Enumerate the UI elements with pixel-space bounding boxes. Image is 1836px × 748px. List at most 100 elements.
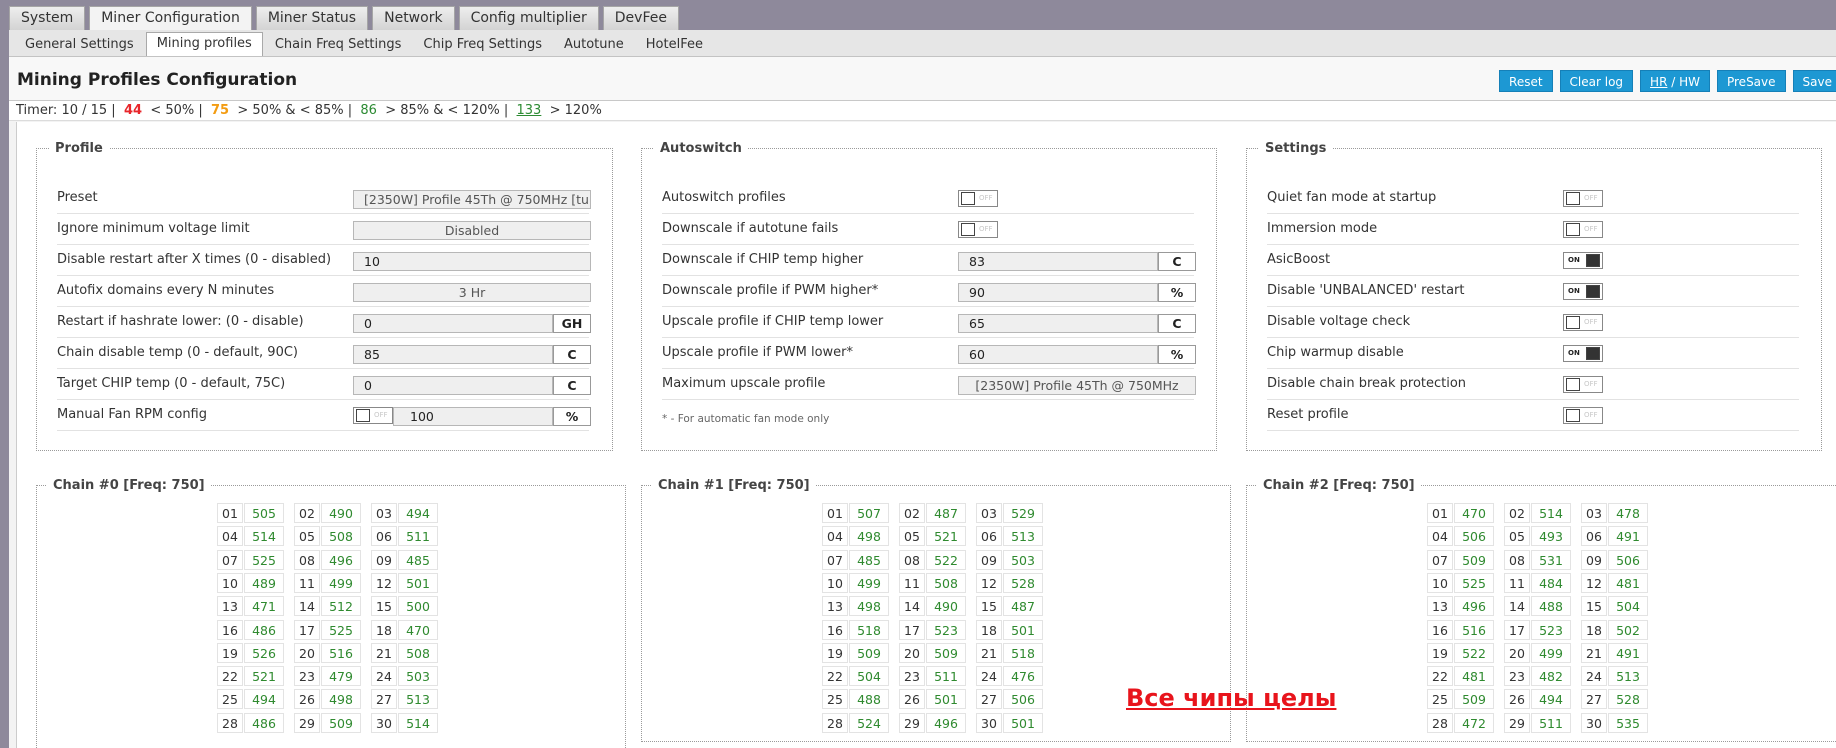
chip-value: 494 (244, 689, 284, 710)
subtab-mining-profiles[interactable]: Mining profiles (145, 32, 263, 56)
tab-network[interactable]: Network (372, 6, 455, 30)
chip-cell: 25 509 (1427, 689, 1497, 710)
asicboost-toggle[interactable]: ON (1563, 252, 1603, 269)
subtab-hotelfee[interactable]: HotelFee (636, 34, 713, 56)
subtab-autotune[interactable]: Autotune (554, 34, 634, 56)
chip-value: 496 (1454, 596, 1494, 617)
chip-warmup-toggle[interactable]: ON (1563, 345, 1603, 362)
chip-cell: 11 508 (899, 572, 969, 594)
chip-number: 28 (1427, 712, 1453, 733)
preset-select[interactable]: [2350W] Profile 45Th @ 750MHz [tuned] (353, 190, 591, 209)
reset-profile-toggle[interactable]: OFF (1563, 407, 1603, 424)
restart-hashrate-label: Restart if hashrate lower: (0 - disable) (57, 314, 304, 329)
presave-button[interactable]: PreSave (1716, 70, 1786, 92)
hr-hw-button[interactable]: HR / HW (1640, 70, 1710, 92)
chip-value: 496 (321, 549, 361, 570)
subtab-chain-freq-settings[interactable]: Chain Freq Settings (265, 34, 412, 56)
chip-value: 490 (926, 596, 966, 617)
chip-number: 15 (371, 596, 397, 617)
chip-number: 17 (899, 619, 925, 640)
downscale-chip-temp-input[interactable]: 83 (958, 252, 1158, 271)
chip-cell: 18 470 (371, 619, 441, 641)
chip-number: 14 (899, 596, 925, 617)
subtab-chip-freq-settings[interactable]: Chip Freq Settings (413, 34, 552, 56)
voltage-check-toggle[interactable]: OFF (1563, 314, 1603, 331)
all-chips-intact-link[interactable]: Все чипы целы (1126, 684, 1336, 712)
clear-log-button[interactable]: Clear log (1559, 70, 1634, 92)
manual-fan-toggle[interactable]: OFF (353, 407, 393, 424)
chip-number: 13 (217, 596, 243, 617)
chip-cell: 22 521 (217, 666, 287, 687)
manual-fan-input[interactable]: 100 (393, 407, 553, 426)
disable-restart-row: Disable restart after X times (0 - disab… (57, 246, 591, 276)
chip-number: 12 (371, 572, 397, 593)
app-window: System Miner Configuration Miner Status … (0, 0, 1836, 748)
timer-dark-count[interactable]: 133 (517, 103, 542, 118)
target-chip-temp-input[interactable]: 0 (353, 376, 553, 395)
tab-devfee[interactable]: DevFee (602, 6, 679, 30)
tab-config-multiplier[interactable]: Config multiplier (458, 6, 599, 30)
chip-warmup-label: Chip warmup disable (1267, 345, 1404, 360)
chain-break-toggle[interactable]: OFF (1563, 376, 1603, 393)
chip-value: 471 (244, 596, 284, 617)
chip-number: 16 (217, 619, 243, 640)
chip-cell: 01 470 (1427, 503, 1497, 524)
chip-number: 19 (217, 642, 243, 663)
chip-number: 07 (822, 549, 848, 570)
autofix-select[interactable]: 3 Hr (353, 283, 591, 302)
tab-miner-status[interactable]: Miner Status (255, 6, 369, 30)
downscale-pwm-input[interactable]: 90 (958, 283, 1158, 302)
tab-miner-configuration[interactable]: Miner Configuration (89, 6, 252, 31)
quiet-fan-label: Quiet fan mode at startup (1267, 190, 1437, 205)
tab-system[interactable]: System (9, 6, 86, 30)
chip-cell: 03 478 (1581, 503, 1651, 524)
autoswitch-profiles-toggle[interactable]: OFF (958, 190, 998, 207)
chip-cell: 13 471 (217, 596, 287, 617)
chip-value: 486 (244, 619, 284, 640)
restart-hashrate-input[interactable]: 0 (353, 314, 553, 333)
max-upscale-select[interactable]: [2350W] Profile 45Th @ 750MHz (958, 376, 1196, 395)
ignore-voltage-select[interactable]: Disabled (353, 221, 591, 240)
chip-value: 487 (1003, 596, 1043, 617)
chip-value: 535 (1608, 712, 1648, 733)
toggle-state-text: OFF (1584, 380, 1598, 388)
subtab-general-settings[interactable]: General Settings (15, 34, 144, 56)
disable-restart-input[interactable]: 10 (353, 252, 591, 271)
chain-disable-temp-input[interactable]: 85 (353, 345, 553, 364)
chip-number: 27 (976, 689, 1002, 710)
toggle-state-text: OFF (979, 225, 993, 233)
chip-value: 478 (1608, 503, 1648, 523)
chip-value: 525 (1454, 572, 1494, 593)
chip-cell: 14 488 (1504, 596, 1574, 617)
quiet-fan-toggle[interactable]: OFF (1563, 190, 1603, 207)
chain-break-row: Disable chain break protection OFF (1267, 370, 1799, 400)
save-button[interactable]: Save (1792, 70, 1836, 92)
timer-green-count: 86 (360, 103, 377, 118)
unbalanced-restart-label: Disable 'UNBALANCED' restart (1267, 283, 1465, 298)
chip-cell: 30 535 (1581, 712, 1651, 734)
preset-row: Preset [2350W] Profile 45Th @ 750MHz [tu… (57, 184, 591, 214)
chip-value: 484 (1531, 572, 1571, 593)
chip-number: 11 (294, 572, 320, 593)
upscale-pwm-row: Upscale profile if PWM lower* 60 % (662, 339, 1196, 369)
chip-cell: 23 511 (899, 666, 969, 687)
upscale-pwm-input[interactable]: 60 (958, 345, 1158, 364)
immersion-label: Immersion mode (1267, 221, 1378, 236)
chip-value: 524 (849, 712, 889, 733)
reset-button[interactable]: Reset (1499, 70, 1553, 92)
chip-value: 506 (1003, 689, 1043, 710)
unbalanced-restart-toggle[interactable]: ON (1563, 283, 1603, 300)
chip-value: 509 (926, 642, 966, 663)
downscale-autotune-toggle[interactable]: OFF (958, 221, 998, 238)
chip-value: 523 (926, 619, 966, 640)
upscale-chip-temp-input[interactable]: 65 (958, 314, 1158, 333)
chip-cell: 05 521 (899, 526, 969, 547)
chip-warmup-row: Chip warmup disable ON (1267, 339, 1799, 369)
chip-cell: 12 481 (1581, 572, 1651, 594)
chip-value: 470 (1454, 503, 1494, 523)
hr-link[interactable]: HR (1650, 75, 1667, 89)
chip-number: 19 (1427, 642, 1453, 663)
chip-value: 499 (849, 572, 889, 593)
page-header: Mining Profiles Configuration Reset Clea… (9, 57, 1836, 101)
immersion-toggle[interactable]: OFF (1563, 221, 1603, 238)
